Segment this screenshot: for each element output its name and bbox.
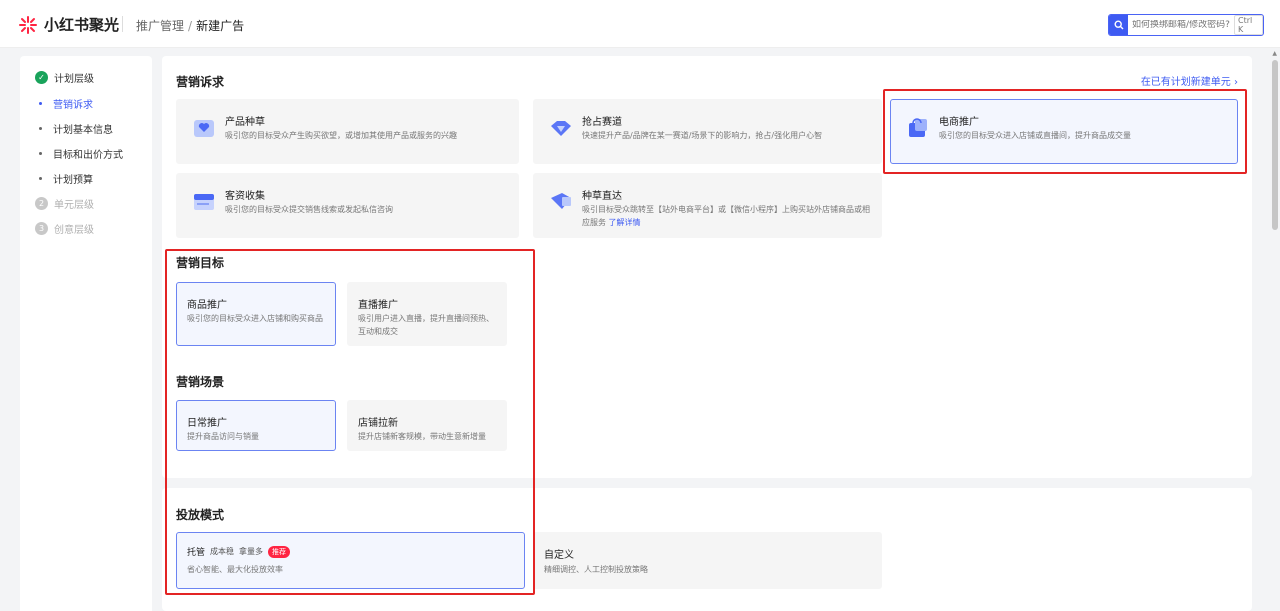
top-bar: 小红书聚光 推广管理 /新建广告 Ctrl K	[0, 0, 1280, 48]
card-desc: 提升店铺新客规模，带动生意新增量	[358, 432, 486, 441]
tag: 成本稳	[210, 547, 235, 556]
card-title: 托管	[187, 548, 206, 558]
step-unit-level[interactable]: 2 单元层级	[35, 196, 94, 211]
card-title: 抢占赛道	[582, 117, 622, 128]
app-name: 小红书聚光	[44, 16, 120, 34]
sidebar-item-label: 计划预算	[53, 175, 93, 186]
card-title: 电商推广	[939, 117, 979, 128]
sidebar-item-label: 计划基本信息	[53, 125, 113, 136]
scroll-up-icon[interactable]: ▲	[1272, 50, 1277, 57]
card-product-seeding[interactable]: 产品种草 吸引您的目标受众产生购买欲望，或增加其使用产品或服务的兴趣	[176, 99, 519, 164]
shopping-bag-icon	[909, 118, 927, 137]
step-label: 创意层级	[54, 225, 94, 236]
card-seeding-direct[interactable]: 种草直达 吸引目标受众跳转至【站外电商平台】或【微信小程序】上购买站外店铺商品或…	[533, 173, 882, 238]
breadcrumb-separator: /	[188, 19, 193, 33]
breadcrumb-parent[interactable]: 推广管理	[136, 19, 184, 33]
learn-more-link[interactable]: 了解详情	[609, 218, 641, 227]
step-plan-level[interactable]: ✓ 计划层级	[35, 70, 94, 85]
card-desc: 快速提升产品/品牌在某一赛道/场景下的影响力，抢占/强化用户心智	[582, 131, 823, 140]
step-number-icon: 2	[35, 197, 48, 210]
card-desc: 精细调控、人工控制投放策略	[544, 565, 648, 574]
divider	[122, 16, 123, 32]
search-shortcut: Ctrl K	[1234, 15, 1263, 35]
search-icon[interactable]	[1109, 15, 1129, 35]
card-desc: 吸引您的目标受众提交销售线索或发起私信咨询	[225, 205, 393, 214]
link-label: 在已有计划新建单元	[1140, 77, 1231, 88]
step-label: 单元层级	[54, 200, 94, 211]
card-desc: 提升商品访问与销量	[187, 432, 259, 441]
sidebar-item-basic-info[interactable]: 计划基本信息	[39, 121, 113, 136]
card-title: 产品种草	[225, 117, 265, 128]
card-lead-collection[interactable]: 客资收集 吸引您的目标受众提交销售线索或发起私信咨询	[176, 173, 519, 238]
section-title-marketing-scene: 营销场景	[176, 375, 225, 389]
sidebar-item-budget[interactable]: 计划预算	[39, 171, 93, 186]
card-title: 直播推广	[358, 300, 398, 311]
steps-sidebar: ✓ 计划层级 营销诉求 计划基本信息 目标和出价方式 计划预算 2 单元层级 3…	[20, 56, 152, 611]
card-custom[interactable]: 自定义 精细调控、人工控制投放策略	[533, 532, 882, 589]
marketing-panel: 营销诉求 在已有计划新建单元 › 产品种草 吸引您的目标受众产生购买欲望，或增加…	[162, 56, 1252, 478]
logo[interactable]: 小红书聚光	[18, 14, 119, 35]
card-store-acquisition[interactable]: 店铺拉新 提升店铺新客规模，带动生意新增量	[347, 400, 507, 451]
card-track-capture[interactable]: 抢占赛道 快速提升产品/品牌在某一赛道/场景下的影响力，抢占/强化用户心智	[533, 99, 882, 164]
step-number-icon: 3	[35, 222, 48, 235]
search-box[interactable]: Ctrl K	[1108, 14, 1264, 36]
step-creative-level[interactable]: 3 创意层级	[35, 221, 94, 236]
heart-box-icon	[194, 120, 214, 137]
sidebar-item-label: 营销诉求	[53, 100, 93, 111]
chevron-right-icon: ›	[1234, 77, 1238, 88]
shortcut-icon	[551, 193, 571, 209]
new-unit-in-existing-plan-link[interactable]: 在已有计划新建单元 ›	[1141, 73, 1238, 88]
sidebar-item-goal-bidding[interactable]: 目标和出价方式	[39, 146, 123, 161]
form-icon	[194, 194, 214, 210]
card-desc: 吸引用户进入直播，提升直播间预热、互动和成交	[358, 314, 494, 336]
section-title-marketing-need: 营销诉求	[176, 75, 225, 89]
check-circle-icon: ✓	[35, 71, 48, 84]
recommended-badge: 推荐	[268, 545, 291, 558]
card-daily-promo[interactable]: 日常推广 提升商品访问与销量	[176, 400, 336, 451]
card-title: 店铺拉新	[358, 418, 398, 429]
card-product-promo[interactable]: 商品推广 吸引您的目标受众进入店铺和购买商品	[176, 282, 336, 346]
sidebar-item-marketing-need[interactable]: 营销诉求	[39, 96, 93, 111]
page-scrollbar[interactable]	[1272, 60, 1278, 230]
card-title-row: 托管 成本稳 拿量多 推荐	[187, 545, 291, 558]
diamond-icon	[551, 121, 571, 136]
delivery-panel: 投放模式 托管 成本稳 拿量多 推荐 省心智能、最大化投放效率 自定义 精细调控…	[162, 488, 1252, 611]
search-input[interactable]	[1132, 20, 1233, 30]
card-desc: 吸引您的目标受众进入店铺和购买商品	[187, 314, 323, 323]
brand-flower-icon	[19, 15, 37, 34]
section-title-delivery-mode: 投放模式	[176, 508, 225, 522]
card-title: 客资收集	[225, 191, 265, 202]
card-title: 日常推广	[187, 418, 227, 429]
breadcrumb-current: 新建广告	[196, 19, 245, 33]
card-title: 种草直达	[582, 191, 622, 202]
card-desc: 吸引您的目标受众产生购买欲望，或增加其使用产品或服务的兴趣	[225, 131, 457, 140]
card-ecommerce[interactable]: 电商推广 吸引您的目标受众进入店铺或直播间，提升商品成交量	[890, 99, 1238, 164]
card-managed[interactable]: 托管 成本稳 拿量多 推荐 省心智能、最大化投放效率	[176, 532, 525, 589]
card-live-promo[interactable]: 直播推广 吸引用户进入直播，提升直播间预热、互动和成交	[347, 282, 507, 346]
card-desc: 省心智能、最大化投放效率	[187, 565, 283, 574]
sidebar-item-label: 目标和出价方式	[53, 150, 123, 161]
breadcrumb: 推广管理 / 新建广告	[136, 17, 244, 34]
card-desc: 吸引目标受众跳转至【站外电商平台】或【微信小程序】上购买站外店铺商品或相应服务 …	[582, 203, 871, 229]
card-desc: 吸引您的目标受众进入店铺或直播间，提升商品成交量	[939, 131, 1131, 140]
step-label: 计划层级	[54, 74, 94, 85]
tag: 拿量多	[239, 547, 264, 556]
card-title: 商品推广	[187, 300, 227, 311]
card-title: 自定义	[544, 550, 574, 561]
section-title-marketing-goal: 营销目标	[176, 256, 225, 270]
